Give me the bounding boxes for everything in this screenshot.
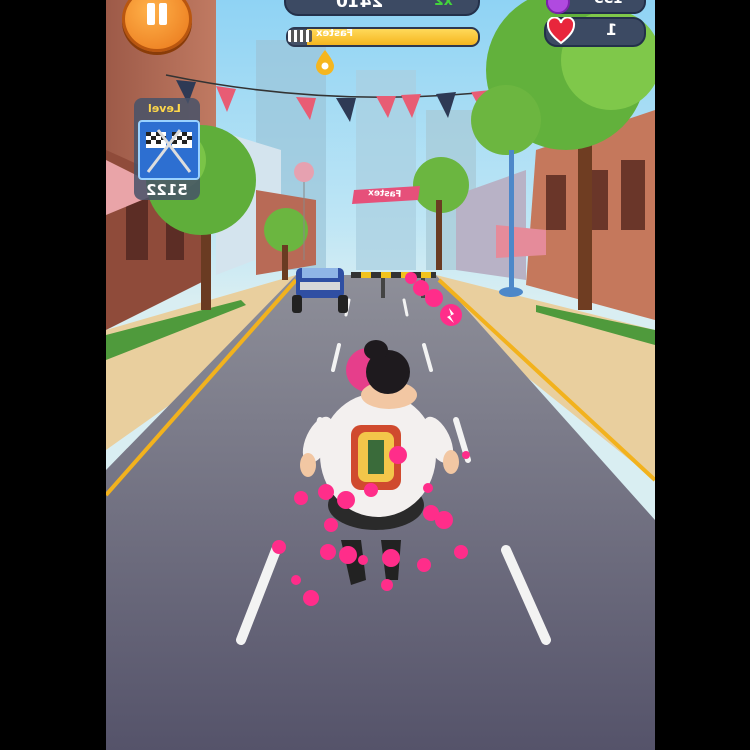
street-lamp <box>509 150 514 290</box>
checkered-flags-icon <box>138 120 200 180</box>
checkered-flag-icon <box>288 30 312 42</box>
coins-value: 155 <box>594 0 623 7</box>
heart-icon <box>546 17 576 45</box>
location-drop-icon <box>316 50 334 75</box>
street-banner-text: Fastex <box>367 188 402 200</box>
balloon <box>294 162 314 182</box>
game-viewport[interactable]: 2410 x2 Fastex 155 1 Level 5122 Fastex <box>106 0 655 750</box>
lives-value: 1 <box>606 20 618 39</box>
right-tree <box>578 130 592 310</box>
score-multiplier: x2 <box>434 0 453 9</box>
progress-label: Fastex <box>316 28 353 39</box>
level-label: Level <box>148 102 181 115</box>
level-value: 5122 <box>146 181 188 199</box>
score-value: 2410 <box>336 0 384 12</box>
